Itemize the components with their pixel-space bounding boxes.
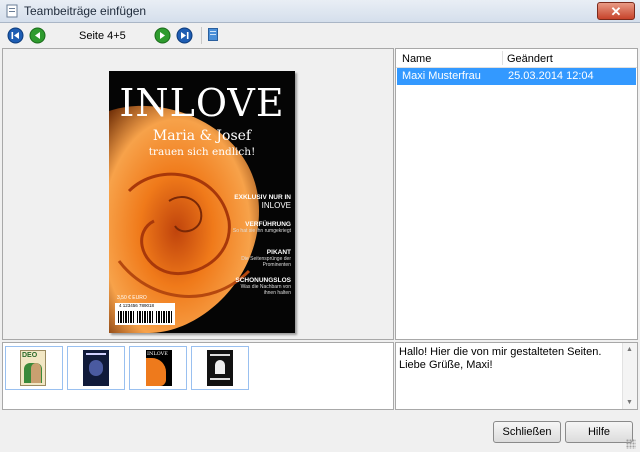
contributions-list: Name Geändert Maxi Musterfrau 25.03.2014… bbox=[395, 48, 638, 340]
next-page-icon[interactable] bbox=[154, 27, 171, 44]
resize-grip[interactable] bbox=[626, 439, 636, 449]
app-icon bbox=[6, 4, 18, 18]
cover-feature: SCHONUNGSLOS Was die Nachbarn von ihnen … bbox=[235, 277, 291, 296]
help-button[interactable]: Hilfe bbox=[565, 421, 633, 443]
thumbnail[interactable]: INLOVE bbox=[129, 346, 187, 390]
thumbnail[interactable] bbox=[191, 346, 249, 390]
scroll-down-icon[interactable]: ▼ bbox=[626, 399, 633, 406]
close-icon: ✕ bbox=[610, 4, 622, 19]
magazine-cover-preview: INLOVE Maria & Josef trauen sich endlich… bbox=[109, 71, 295, 333]
toolbar-separator bbox=[201, 27, 202, 44]
cover-subtitle: Maria & Josef bbox=[152, 128, 252, 144]
scroll-up-icon[interactable]: ▲ bbox=[626, 346, 633, 353]
previous-page-icon[interactable] bbox=[29, 27, 46, 44]
cover-feature: EXKLUSIV NUR IN INLOVE bbox=[234, 194, 291, 210]
column-header-changed[interactable]: Geändert bbox=[507, 53, 553, 65]
cover-price: 3,50 € EURO bbox=[117, 295, 147, 301]
thumbnail[interactable]: DEO bbox=[5, 346, 63, 390]
document-icon[interactable] bbox=[208, 28, 218, 41]
cover-tagline: trauen sich endlich! bbox=[148, 146, 256, 158]
close-button[interactable]: Schließen bbox=[493, 421, 561, 443]
row-changed: 25.03.2014 12:04 bbox=[508, 70, 594, 82]
thumbnail-strip: DEO INLOVE bbox=[2, 342, 394, 410]
cover-title: INLOVE bbox=[119, 81, 285, 125]
close-window-button[interactable]: ✕ bbox=[597, 2, 635, 20]
button-bar: Schließen Hilfe bbox=[0, 411, 640, 452]
barcode: 4 123456 789018 bbox=[115, 303, 175, 325]
list-header: Name Geändert bbox=[396, 49, 637, 68]
column-header-name[interactable]: Name bbox=[402, 53, 431, 65]
toolbar: Seite 4+5 bbox=[0, 23, 640, 48]
comment-scrollbar[interactable]: ▲ ▼ bbox=[622, 343, 637, 409]
window-title: Teambeiträge einfügen bbox=[24, 4, 147, 18]
page-indicator: Seite 4+5 bbox=[79, 30, 126, 42]
thumbnail[interactable] bbox=[67, 346, 125, 390]
cover-feature: VERFÜHRUNG So hat sie ihn rumgekriegt bbox=[232, 221, 291, 234]
page-preview: INLOVE Maria & Josef trauen sich endlich… bbox=[2, 48, 394, 340]
title-bar: Teambeiträge einfügen ✕ bbox=[0, 0, 640, 23]
row-name: Maxi Musterfrau bbox=[402, 70, 481, 82]
comment-box[interactable]: Hallo! Hier die von mir gestalteten Seit… bbox=[395, 342, 638, 410]
cover-feature: PIKANT Die Seitensprünge der Prominenten bbox=[241, 249, 291, 268]
list-row[interactable]: Maxi Musterfrau 25.03.2014 12:04 bbox=[397, 68, 636, 85]
first-page-icon[interactable] bbox=[7, 27, 24, 44]
comment-text: Hallo! Hier die von mir gestalteten Seit… bbox=[399, 346, 602, 371]
last-page-icon[interactable] bbox=[176, 27, 193, 44]
